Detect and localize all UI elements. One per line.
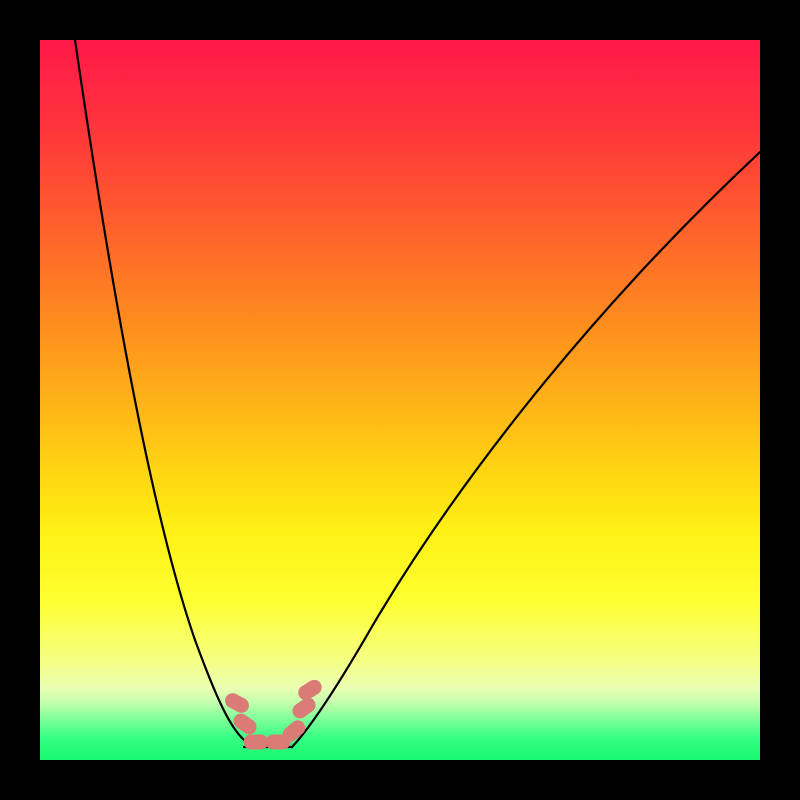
plot-area — [40, 40, 760, 760]
curve-right — [292, 152, 760, 747]
frame-border-bottom — [0, 760, 800, 800]
frame-border-top — [0, 0, 800, 40]
frame-border-left — [0, 0, 40, 800]
chart-stage: TheBottleneck.com — [0, 0, 800, 800]
bottleneck-curve — [40, 40, 760, 760]
frame-border-right — [760, 0, 800, 800]
curve-left — [75, 40, 260, 747]
